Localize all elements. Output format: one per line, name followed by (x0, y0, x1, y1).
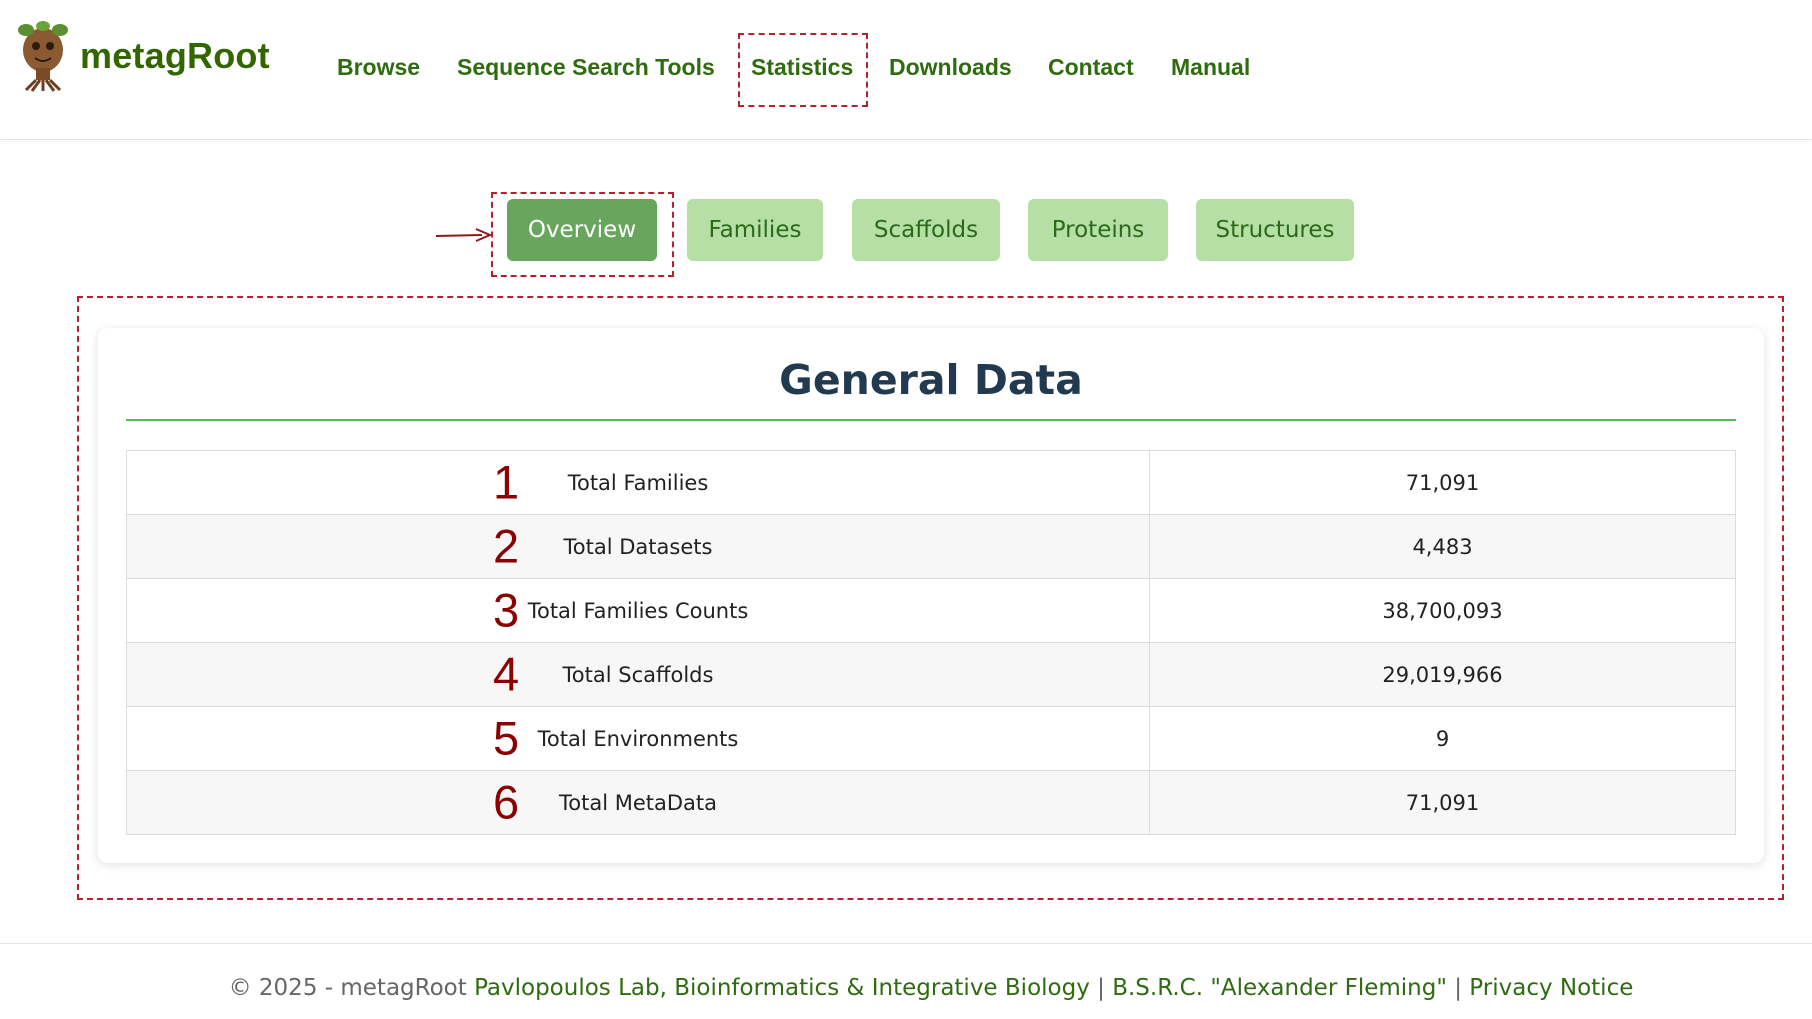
tab-families[interactable]: Families (687, 199, 823, 261)
statistics-highlight-annotation (738, 33, 868, 107)
tree-mascot-icon (18, 21, 68, 92)
row-label: Total Datasets (563, 534, 713, 559)
table-row: 3 Total Families Counts 38,700,093 (126, 578, 1736, 643)
row-label-cell: 4 Total Scaffolds (126, 642, 1150, 707)
copyright-text: © 2025 - metagRoot (228, 975, 467, 1001)
row-label-cell: 5 Total Environments (126, 706, 1150, 771)
tab-proteins[interactable]: Proteins (1028, 199, 1168, 261)
row-value: 38,700,093 (1149, 578, 1736, 643)
row-value: 71,091 (1149, 450, 1736, 515)
brand-name: metagRoot (80, 35, 270, 76)
row-label-cell: 6 Total MetaData (126, 770, 1150, 835)
site-header: metagRoot Browse Sequence Search Tools S… (0, 0, 1812, 140)
footer-separator: | (1454, 975, 1462, 1001)
row-label: Total Scaffolds (562, 662, 714, 687)
row-label-cell: 1 Total Families (126, 450, 1150, 515)
card-title: General Data (779, 356, 1083, 404)
footer-separator: | (1097, 975, 1105, 1001)
tab-overview[interactable]: Overview (507, 199, 657, 261)
table-row: 1 Total Families 71,091 (126, 450, 1736, 515)
row-value: 9 (1149, 706, 1736, 771)
nav-downloads[interactable]: Downloads (889, 54, 1012, 81)
row-label-cell: 3 Total Families Counts (126, 578, 1150, 643)
lab-link[interactable]: Pavlopoulos Lab, Bioinformatics & Integr… (474, 975, 1090, 1001)
row-label: Total Environments (537, 726, 739, 751)
nav-sequence-search-tools[interactable]: Sequence Search Tools (457, 54, 715, 81)
row-number-annotation: 3 (493, 583, 520, 637)
arrow-right-icon (436, 228, 492, 242)
footer-divider (0, 943, 1812, 944)
title-divider (126, 419, 1736, 421)
nav-manual[interactable]: Manual (1171, 54, 1250, 81)
tab-scaffolds[interactable]: Scaffolds (852, 199, 1000, 261)
row-label: Total Families (567, 470, 709, 495)
row-label: Total MetaData (558, 790, 717, 815)
table-row: 5 Total Environments 9 (126, 706, 1736, 771)
row-number-annotation: 2 (493, 519, 520, 573)
row-value: 4,483 (1149, 514, 1736, 579)
row-label-cell: 2 Total Datasets (126, 514, 1150, 579)
table-row: 6 Total MetaData 71,091 (126, 770, 1736, 835)
nav-contact[interactable]: Contact (1048, 54, 1134, 81)
row-label: Total Families Counts (527, 598, 749, 623)
row-value: 29,019,966 (1149, 642, 1736, 707)
nav-browse[interactable]: Browse (337, 54, 420, 81)
site-footer: © 2025 - metagRoot Pavlopoulos Lab, Bioi… (0, 975, 1812, 1001)
row-number-annotation: 6 (493, 775, 520, 829)
row-number-annotation: 5 (493, 711, 520, 765)
row-number-annotation: 1 (493, 455, 520, 509)
tab-structures[interactable]: Structures (1196, 199, 1354, 261)
privacy-notice-link[interactable]: Privacy Notice (1469, 975, 1633, 1001)
row-value: 71,091 (1149, 770, 1736, 835)
row-number-annotation: 4 (493, 647, 520, 701)
general-data-table: 1 Total Families 71,091 2 Total Datasets… (126, 450, 1736, 835)
table-row: 2 Total Datasets 4,483 (126, 514, 1736, 579)
table-row: 4 Total Scaffolds 29,019,966 (126, 642, 1736, 707)
logo[interactable]: metagRoot (12, 20, 270, 92)
institute-link[interactable]: B.S.R.C. "Alexander Fleming" (1112, 975, 1447, 1001)
